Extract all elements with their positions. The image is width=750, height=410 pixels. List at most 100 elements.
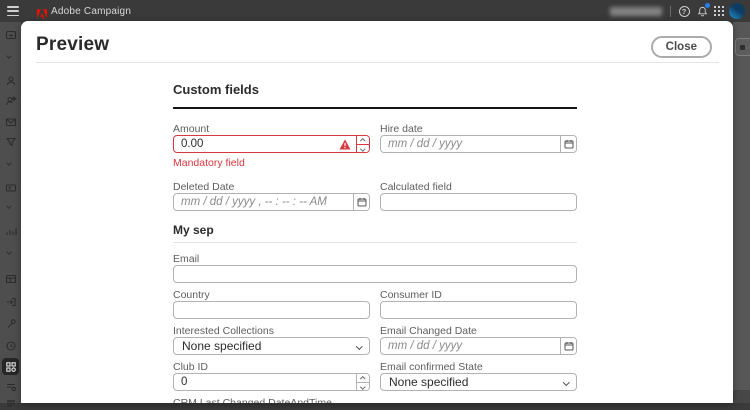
email-changed-date-field: Email Changed Date bbox=[380, 325, 577, 355]
calendar-icon[interactable] bbox=[353, 194, 369, 210]
table-icon[interactable] bbox=[4, 272, 17, 285]
calculated-field-label: Calculated field bbox=[380, 181, 577, 193]
select-value: None specified bbox=[182, 339, 261, 353]
consumer-id-input-group bbox=[380, 301, 577, 319]
interested-collections-label: Interested Collections bbox=[173, 325, 370, 337]
environment-name-redacted bbox=[610, 7, 662, 16]
chevron-down-icon bbox=[356, 343, 362, 349]
email-input[interactable] bbox=[174, 266, 576, 282]
card-edit-icon[interactable] bbox=[4, 181, 17, 194]
interested-collections-field: Interested Collections None specified bbox=[173, 325, 370, 355]
step-up-icon[interactable] bbox=[357, 374, 369, 382]
bar-chart-icon[interactable] bbox=[4, 224, 17, 237]
monitor-icon[interactable] bbox=[4, 28, 17, 41]
deleted-date-input[interactable] bbox=[174, 194, 353, 210]
email-changed-date-input[interactable] bbox=[381, 338, 560, 354]
document-lines-icon[interactable] bbox=[4, 397, 17, 410]
alert-icon bbox=[339, 139, 351, 150]
email-field: Email bbox=[173, 253, 577, 283]
chevron-down-icon[interactable] bbox=[7, 204, 12, 209]
mail-icon[interactable] bbox=[4, 115, 17, 128]
section-title-my-sep: My sep bbox=[173, 224, 577, 237]
subsection-rule bbox=[173, 242, 577, 243]
chevron-down-icon[interactable] bbox=[7, 250, 12, 255]
email-confirmed-state-select[interactable]: None specified bbox=[380, 373, 577, 391]
country-input-group bbox=[173, 301, 370, 319]
chevron-down-icon[interactable] bbox=[7, 54, 12, 59]
country-label: Country bbox=[173, 289, 370, 301]
club-id-label: Club ID bbox=[173, 361, 370, 373]
form-row: Interested Collections None specified Em… bbox=[173, 325, 577, 355]
amount-input-group bbox=[173, 135, 370, 153]
interested-collections-select[interactable]: None specified bbox=[173, 337, 370, 355]
section-title-custom-fields: Custom fields bbox=[173, 83, 577, 97]
door-arrow-icon[interactable] bbox=[4, 295, 17, 308]
form-row: Amount Mandatory field Hire date bbox=[173, 123, 577, 169]
history-clock-icon[interactable] bbox=[4, 339, 17, 352]
step-down-icon[interactable] bbox=[357, 382, 369, 391]
users-sparkle-icon[interactable] bbox=[4, 94, 17, 107]
club-id-input[interactable] bbox=[174, 374, 356, 390]
country-input[interactable] bbox=[174, 302, 369, 318]
grid-gear-icon-selected[interactable] bbox=[2, 358, 19, 375]
calculated-field-input[interactable] bbox=[381, 194, 576, 210]
form-row: Club ID Email confirmed State None speci… bbox=[173, 361, 577, 391]
dimmed-background-strip bbox=[733, 21, 750, 403]
calculated-field: Calculated field bbox=[380, 181, 577, 211]
calendar-icon[interactable] bbox=[560, 338, 576, 354]
app-title: Adobe Campaign bbox=[51, 6, 131, 17]
amount-stepper[interactable] bbox=[356, 136, 369, 152]
email-changed-date-input-group bbox=[380, 337, 577, 355]
form-row: Deleted Date Calculated field bbox=[173, 181, 577, 211]
notification-dot bbox=[705, 3, 710, 8]
email-changed-date-label: Email Changed Date bbox=[380, 325, 577, 337]
deleted-date-field: Deleted Date bbox=[173, 181, 370, 211]
deleted-date-input-group bbox=[173, 193, 370, 211]
header-divider bbox=[36, 62, 719, 63]
email-confirmed-state-field: Email confirmed State None specified bbox=[380, 361, 577, 391]
help-icon[interactable]: ? bbox=[677, 4, 691, 18]
background-footer-fragment bbox=[733, 390, 750, 403]
hamburger-menu-icon[interactable] bbox=[7, 6, 19, 16]
form-body: Custom fields Amount Mandatory field bbox=[173, 83, 577, 403]
select-value: None specified bbox=[389, 375, 468, 389]
section-rule bbox=[173, 107, 577, 109]
amount-label: Amount bbox=[173, 123, 370, 135]
country-field: Country bbox=[173, 289, 370, 319]
amount-field: Amount Mandatory field bbox=[173, 123, 370, 169]
user-icon[interactable] bbox=[4, 74, 17, 87]
consumer-id-input[interactable] bbox=[381, 302, 576, 318]
funnel-icon[interactable] bbox=[4, 135, 17, 148]
email-confirmed-state-label: Email confirmed State bbox=[380, 361, 577, 373]
list-gear-icon[interactable] bbox=[4, 380, 17, 393]
email-label: Email bbox=[173, 253, 577, 265]
step-up-icon[interactable] bbox=[357, 136, 369, 144]
user-avatar[interactable] bbox=[729, 3, 745, 19]
amount-input[interactable] bbox=[174, 136, 337, 152]
calendar-icon[interactable] bbox=[560, 136, 576, 152]
consumer-id-field: Consumer ID bbox=[380, 289, 577, 319]
hire-date-label: Hire date bbox=[380, 123, 577, 135]
chevron-down-icon bbox=[563, 379, 569, 385]
amount-error-text: Mandatory field bbox=[173, 157, 370, 169]
crm-last-changed-label: CRM Last Changed DateAndTime bbox=[173, 397, 577, 403]
step-down-icon[interactable] bbox=[357, 144, 369, 153]
club-id-stepper[interactable] bbox=[356, 374, 369, 390]
club-id-input-group bbox=[173, 373, 370, 391]
calculated-field-input-group bbox=[380, 193, 577, 211]
preview-modal: Preview Close Custom fields Amount bbox=[21, 21, 733, 403]
hire-date-input[interactable] bbox=[381, 136, 560, 152]
chevron-down-icon[interactable] bbox=[7, 161, 12, 166]
page-title: Preview bbox=[36, 34, 109, 56]
hire-date-field: Hire date bbox=[380, 123, 577, 169]
app-switcher-grid-icon[interactable] bbox=[712, 4, 726, 18]
club-id-field: Club ID bbox=[173, 361, 370, 391]
consumer-id-label: Consumer ID bbox=[380, 289, 577, 301]
wrench-icon[interactable] bbox=[4, 317, 17, 330]
close-button[interactable]: Close bbox=[651, 36, 712, 58]
topbar-divider bbox=[670, 6, 671, 17]
hire-date-input-group bbox=[380, 135, 577, 153]
background-button-fragment bbox=[735, 38, 750, 56]
top-bar: Adobe Campaign ? bbox=[0, 0, 750, 22]
deleted-date-label: Deleted Date bbox=[173, 181, 370, 193]
